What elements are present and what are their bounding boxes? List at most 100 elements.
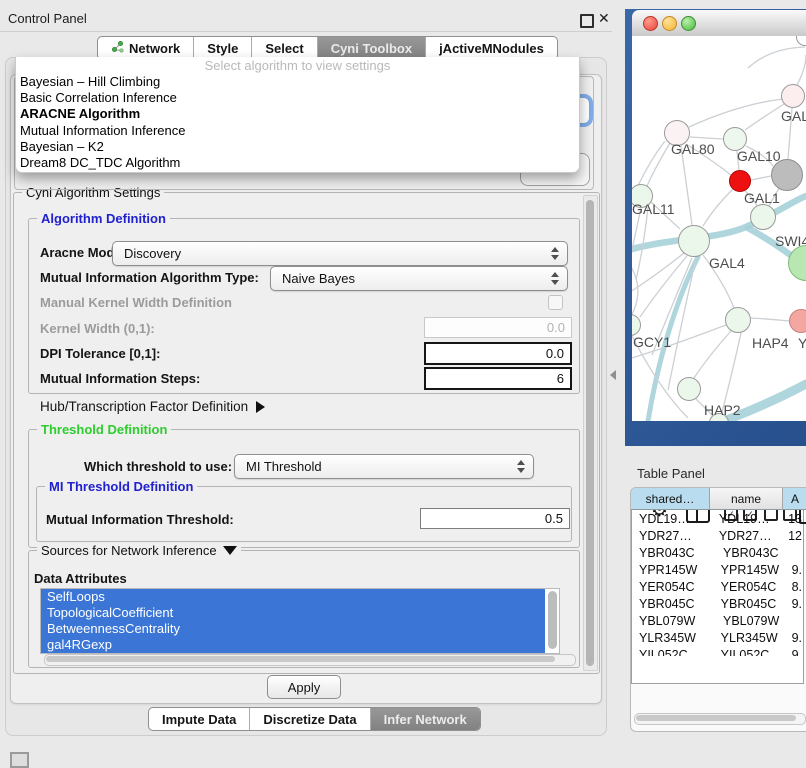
dropdown-item[interactable]: Bayesian – K2 bbox=[16, 139, 579, 155]
cell-shared: YIL052C bbox=[631, 648, 711, 657]
settings-vertical-scrollbar[interactable] bbox=[583, 195, 598, 671]
tab-impute-data-label: Impute Data bbox=[162, 712, 236, 727]
hub-definition-expander[interactable]: Hub/Transcription Factor Definition bbox=[40, 399, 265, 414]
dpi-tolerance-field[interactable]: 0.0 bbox=[424, 342, 572, 365]
node-gcy1[interactable] bbox=[632, 314, 641, 336]
tab-cyni-toolbox[interactable]: Cyni Toolbox bbox=[318, 37, 426, 59]
which-threshold-combo[interactable]: MI Threshold bbox=[234, 454, 534, 479]
algorithm-definition-title: Algorithm Definition bbox=[37, 211, 170, 226]
mac-close-icon[interactable] bbox=[643, 16, 658, 31]
node-red-highlighted[interactable] bbox=[729, 170, 751, 192]
sources-group-title[interactable]: Sources for Network Inference bbox=[37, 543, 241, 558]
node-label: GCY1 bbox=[633, 334, 671, 350]
cell-value: 13 bbox=[782, 512, 802, 526]
tab-network[interactable]: Network bbox=[98, 37, 194, 59]
dropdown-item-selected[interactable]: ARACNE Algorithm bbox=[16, 106, 579, 122]
node-label: GAL bbox=[781, 108, 806, 124]
table-row[interactable]: YPR145WYPR145W9. bbox=[631, 561, 802, 578]
node-gal4[interactable] bbox=[678, 225, 710, 257]
table-rows: YDL19…YDL19…13 YDR27…YDR27…12 YBR043CYBR… bbox=[631, 510, 802, 656]
list-horizontal-scrollbar[interactable] bbox=[44, 654, 576, 666]
dpi-tolerance-label: DPI Tolerance [0,1]: bbox=[40, 346, 160, 361]
cell-shared: YER054C bbox=[631, 580, 711, 594]
table-row[interactable]: YBL079WYBL079W bbox=[631, 612, 802, 629]
which-threshold-value: MI Threshold bbox=[246, 459, 322, 474]
dropdown-item[interactable]: Dream8 DC_TDC Algorithm bbox=[16, 155, 579, 171]
mac-zoom-icon[interactable] bbox=[681, 16, 696, 31]
cell-shared: YLR345W bbox=[631, 631, 711, 645]
tab-impute-data[interactable]: Impute Data bbox=[149, 708, 250, 730]
node-label: SWI4 bbox=[775, 233, 806, 249]
network-canvas[interactable]: GAL GAL80 GAL10 GAL1 GAL11 GAL4 SWI4 GCY… bbox=[632, 36, 806, 421]
node-swi4[interactable] bbox=[788, 245, 806, 281]
node-gal7-pink[interactable] bbox=[781, 84, 805, 108]
tab-select[interactable]: Select bbox=[252, 37, 317, 59]
tab-style-label: Style bbox=[207, 41, 238, 56]
cell-name: YDL19… bbox=[709, 512, 782, 526]
tab-jactivemnodules[interactable]: jActiveMNodules bbox=[426, 37, 557, 59]
docked-panel-icon[interactable] bbox=[10, 752, 29, 768]
manual-kernel-checkbox[interactable] bbox=[548, 295, 563, 310]
node-partial-top[interactable] bbox=[796, 36, 806, 46]
control-panel-title: Control Panel bbox=[8, 11, 87, 26]
cell-value: 9. bbox=[786, 648, 802, 657]
cell-name: YIL052C bbox=[711, 648, 786, 657]
node-gal1[interactable] bbox=[750, 204, 776, 230]
node-label: HAP2 bbox=[704, 402, 741, 418]
tab-infer-network[interactable]: Infer Network bbox=[371, 708, 480, 730]
cell-shared: YBL079W bbox=[631, 614, 713, 628]
list-item[interactable]: TopologicalCoefficient bbox=[41, 605, 545, 621]
network-window-titlebar[interactable] bbox=[632, 10, 806, 37]
dropdown-item[interactable]: Bayesian – Hill Climbing bbox=[16, 74, 579, 90]
mi-type-combo[interactable]: Naive Bayes bbox=[270, 266, 568, 291]
dropdown-item[interactable]: Mutual Information Inference bbox=[16, 123, 579, 139]
aracne-mode-combo[interactable]: Discovery bbox=[112, 241, 568, 266]
data-attributes-label: Data Attributes bbox=[34, 571, 127, 586]
cell-name: YBR043C bbox=[713, 546, 790, 560]
float-window-icon[interactable] bbox=[580, 14, 594, 28]
node-hap4[interactable] bbox=[725, 307, 751, 333]
cell-shared: YBR045C bbox=[631, 597, 711, 611]
table-row[interactable]: YIL052CYIL052C9. bbox=[631, 646, 802, 656]
list-scrollbar-thumb[interactable] bbox=[548, 591, 557, 649]
list-item[interactable]: BetweennessCentrality bbox=[41, 621, 545, 637]
table-row[interactable]: YBR043CYBR043C bbox=[631, 544, 802, 561]
network-icon bbox=[111, 40, 124, 56]
table-row[interactable]: YBR045CYBR045C9. bbox=[631, 595, 802, 612]
mi-threshold-label: Mutual Information Threshold: bbox=[46, 512, 234, 527]
cell-value: 9. bbox=[786, 597, 802, 611]
table-row[interactable]: YDL19…YDL19…13 bbox=[631, 510, 802, 527]
cell-shared: YDL19… bbox=[631, 512, 709, 526]
table-horizontal-scrollbar[interactable] bbox=[634, 713, 806, 725]
table-row[interactable]: YLR345WYLR345W9. bbox=[631, 629, 802, 646]
list-item[interactable]: SelfLoops bbox=[41, 589, 545, 605]
list-hscrollbar-thumb[interactable] bbox=[46, 656, 555, 662]
apply-button[interactable]: Apply bbox=[267, 675, 341, 699]
table-panel: ⚙ ✓ ✓ shared… name A YDL19…YDL19…13 YDR2… bbox=[630, 487, 806, 732]
cell-shared: YPR145W bbox=[631, 563, 711, 577]
kernel-width-field[interactable]: 0.0 bbox=[424, 317, 572, 338]
mi-threshold-field[interactable]: 0.5 bbox=[420, 508, 570, 529]
node-hap2[interactable] bbox=[677, 377, 701, 401]
list-item[interactable]: gal4RGexp bbox=[41, 637, 545, 653]
cell-name: YDR27… bbox=[709, 529, 782, 543]
table-row[interactable]: YDR27…YDR27…12 bbox=[631, 527, 802, 544]
tab-style[interactable]: Style bbox=[194, 37, 252, 59]
tab-discretize-data[interactable]: Discretize Data bbox=[250, 708, 370, 730]
which-threshold-label: Which threshold to use: bbox=[84, 459, 232, 474]
stepper-arrows-icon bbox=[517, 460, 525, 473]
mi-steps-field[interactable]: 6 bbox=[424, 367, 572, 390]
node-salmon[interactable] bbox=[789, 309, 806, 333]
node-table: shared… name A YDL19…YDL19…13 YDR27…YDR2… bbox=[631, 508, 804, 684]
panel-splitter-arrow-icon[interactable] bbox=[610, 370, 616, 380]
node-label: HAP4 bbox=[752, 335, 789, 351]
mac-minimize-icon[interactable] bbox=[662, 16, 677, 31]
close-icon[interactable]: ✕ bbox=[598, 10, 610, 27]
bottom-tabs: Impute Data Discretize Data Infer Networ… bbox=[148, 707, 481, 731]
dropdown-item[interactable]: Basic Correlation Inference bbox=[16, 90, 579, 106]
manual-kernel-label: Manual Kernel Width Definition bbox=[40, 295, 232, 310]
settings-scrollbar-thumb[interactable] bbox=[586, 200, 594, 666]
cell-shared: YBR043C bbox=[631, 546, 713, 560]
table-hscrollbar-thumb[interactable] bbox=[636, 715, 796, 721]
table-row[interactable]: YER054CYER054C8. bbox=[631, 578, 802, 595]
